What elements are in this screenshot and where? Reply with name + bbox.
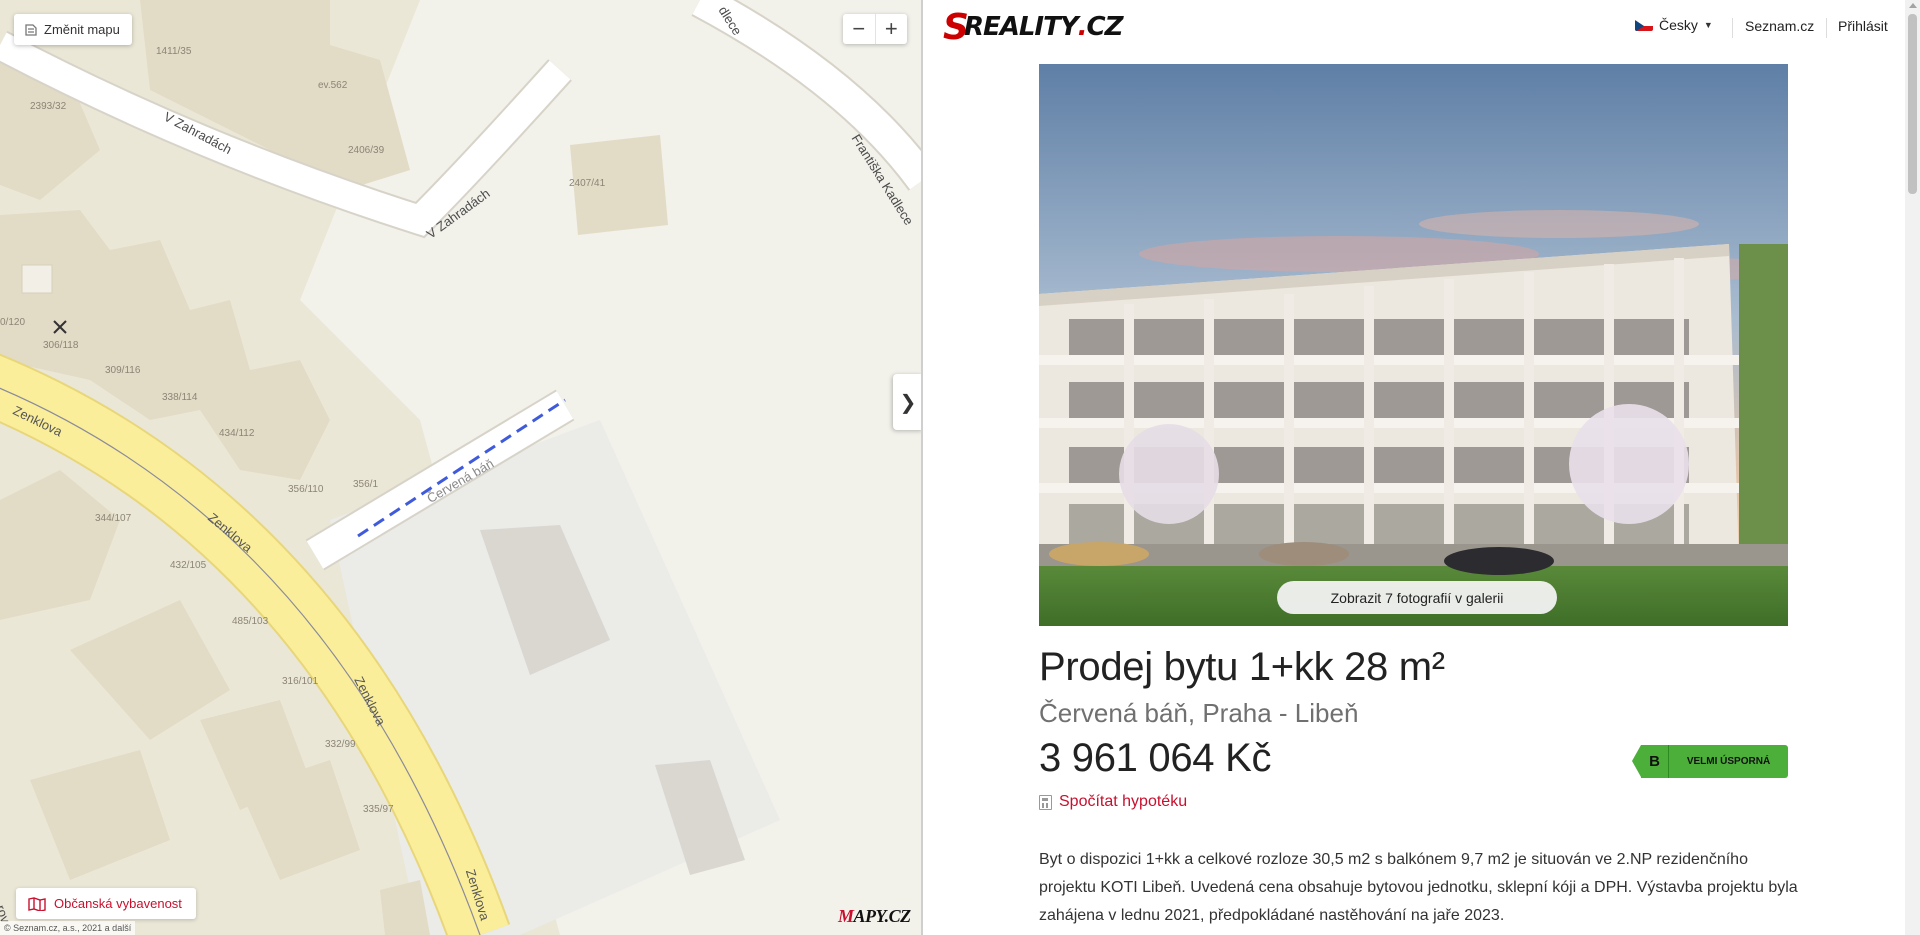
house-number: 316/101 <box>282 676 319 687</box>
listing-location[interactable]: Červená báň, Praha - Libeň <box>1039 698 1358 729</box>
house-number: 0/120 <box>0 317 26 328</box>
energy-badge-arrow <box>1632 745 1641 777</box>
mapy-cz-logo[interactable]: MAPY.CZ <box>838 906 911 927</box>
house-number: ev.562 <box>318 80 348 91</box>
energy-class: B <box>1641 745 1669 778</box>
house-number: 2393/32 <box>30 101 67 112</box>
house-number: 309/116 <box>105 365 141 376</box>
divider <box>1826 18 1827 38</box>
house-number: 356/110 <box>288 484 324 495</box>
login-link[interactable]: Přihlásit <box>1838 18 1888 34</box>
language-label: Česky <box>1659 17 1698 33</box>
chevron-down-icon: ▼ <box>1703 20 1713 30</box>
listing-detail-pane: S REALITY. CZ Česky ▼ Seznam.cz Přihlásit <box>925 0 1920 935</box>
scrollbar[interactable] <box>1905 0 1920 935</box>
gallery-button[interactable]: Zobrazit 7 fotografií v galerii <box>1277 581 1557 614</box>
house-number: 432/105 <box>170 560 207 571</box>
house-number: 434/112 <box>219 428 255 439</box>
logo-cz: CZ <box>1086 12 1124 42</box>
house-number: 306/118 <box>43 340 79 351</box>
public-amenities-button[interactable]: Občanská vybavenost <box>16 888 196 919</box>
house-number: 485/103 <box>232 616 269 627</box>
sreality-logo[interactable]: S REALITY. CZ <box>943 7 1124 48</box>
house-number: 2406/39 <box>348 145 385 156</box>
building-photo <box>1039 64 1788 626</box>
listing-title: Prodej bytu 1+kk 28 m² <box>1039 645 1445 689</box>
house-number: 356/1 <box>353 479 379 490</box>
change-map-button[interactable]: Změnit mapu <box>14 14 132 45</box>
house-number: 344/107 <box>95 513 132 524</box>
listing-description: Byt o dispozici 1+kk a celkové rozloze 3… <box>1039 851 1798 924</box>
house-number: 338/114 <box>162 392 198 403</box>
mortgage-link-label: Spočítat hypotéku <box>1059 793 1188 810</box>
scroll-up-icon[interactable] <box>1909 3 1917 8</box>
house-number: 335/97 <box>363 804 394 815</box>
layers-icon <box>25 23 37 36</box>
czech-flag-icon <box>1635 19 1653 31</box>
collapse-panel-button[interactable]: ❯ <box>893 374 921 430</box>
map-canvas[interactable] <box>0 0 923 935</box>
courtyard <box>21 264 53 294</box>
scrollbar-thumb[interactable] <box>1908 14 1917 194</box>
public-amenities-label: Občanská vybavenost <box>54 896 182 911</box>
house-number: 1411/35 <box>156 46 192 57</box>
mortgage-calculator-link[interactable]: Spočítat hypotéku <box>1039 793 1187 811</box>
map-pane[interactable]: V Zahradách V Zahradách Františka Kadlec… <box>0 0 923 935</box>
house-number: 332/99 <box>325 739 356 750</box>
listing-photo[interactable]: Zobrazit 7 fotografií v galerii <box>1039 64 1788 626</box>
logo-dot: . <box>1077 12 1088 42</box>
divider <box>1732 18 1733 38</box>
map-book-icon <box>28 896 46 911</box>
seznam-link[interactable]: Seznam.cz <box>1745 18 1814 34</box>
logo-text: REALITY <box>963 12 1079 42</box>
logo-letter: M <box>838 906 854 926</box>
language-selector[interactable]: Česky ▼ <box>1635 17 1713 33</box>
zoom-out-button[interactable]: − <box>843 14 876 44</box>
zoom-control: − + <box>843 14 907 44</box>
zoom-in-button[interactable]: + <box>876 14 908 44</box>
energy-label: VELMI ÚSPORNÁ <box>1669 745 1788 778</box>
map-copyright[interactable]: © Seznam.cz, a.s., 2021 a další <box>0 921 136 935</box>
top-bar: S REALITY. CZ Česky ▼ Seznam.cz Přihlásit <box>925 0 1905 56</box>
house-number: 2407/41 <box>569 178 606 189</box>
energy-rating-badge[interactable]: B VELMI ÚSPORNÁ <box>1632 745 1788 778</box>
calculator-icon <box>1039 794 1052 810</box>
listing-price: 3 961 064 Kč <box>1039 736 1272 780</box>
logo-text: APY.CZ <box>853 906 912 926</box>
change-map-label: Změnit mapu <box>44 22 120 37</box>
